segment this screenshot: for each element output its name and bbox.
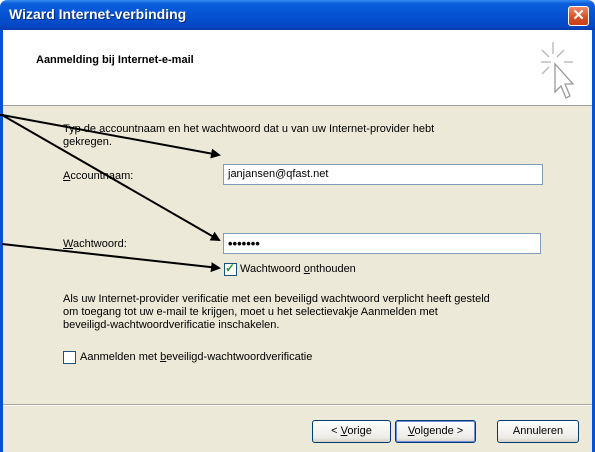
arrow-to-account <box>1 114 221 159</box>
arrow-to-remember <box>1 243 221 273</box>
annotation-arrows <box>0 114 221 273</box>
wizard-window: Wizard Internet-verbinding ✕ Aanmelding … <box>0 0 595 452</box>
arrow-to-password <box>1 114 221 241</box>
